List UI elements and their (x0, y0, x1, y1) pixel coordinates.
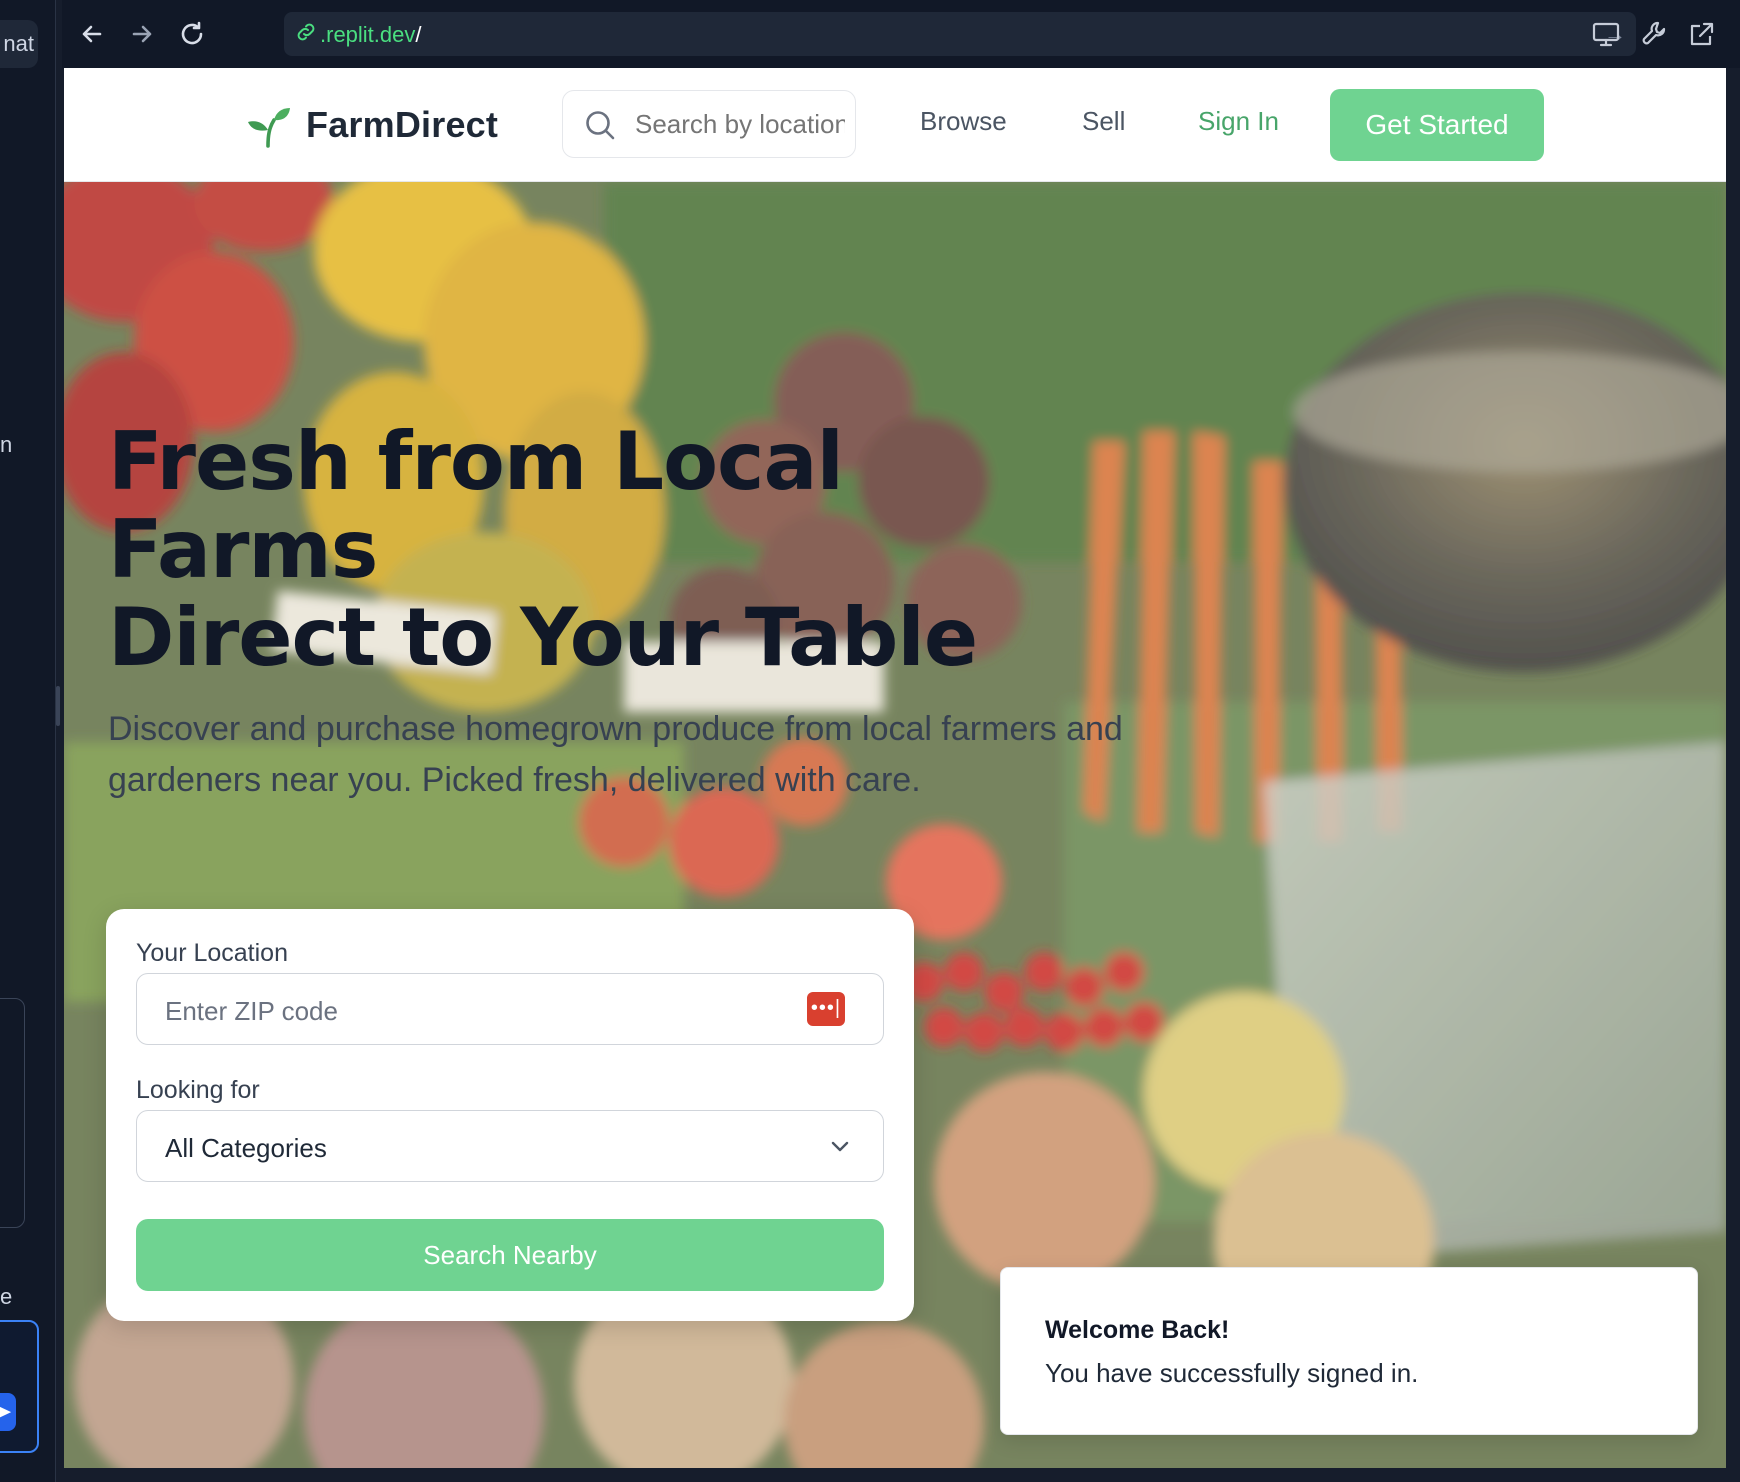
hero-subtitle: Discover and purchase homegrown produce … (108, 710, 1123, 799)
search-icon (586, 111, 615, 140)
location-search-card: Your Location Enter ZIP code •••| Lookin… (106, 909, 914, 1321)
brand-logo[interactable]: FarmDirect (246, 102, 498, 148)
hero-title-line: Farms (108, 503, 378, 596)
send-icon[interactable]: ➤ (0, 1393, 16, 1431)
search-input[interactable] (635, 91, 845, 157)
left-side-panel: nat n e ➤ (0, 0, 56, 1482)
get-started-button[interactable]: Get Started (1330, 89, 1544, 161)
side-panel-card (0, 998, 25, 1228)
page-viewport: FarmDirect Browse Sell Sign In Get Start… (64, 68, 1726, 1468)
panel-resize-handle[interactable] (56, 686, 60, 726)
wrench-icon[interactable] (1636, 16, 1672, 52)
location-label: Your Location (136, 939, 288, 967)
toast-title: Welcome Back! (1045, 1316, 1230, 1344)
hero-title-line: Direct to Your Table (108, 591, 978, 684)
category-select[interactable]: All Categories (136, 1110, 884, 1182)
category-selected-value: All Categories (165, 1133, 327, 1163)
back-icon[interactable] (72, 14, 112, 54)
link-icon (292, 20, 320, 48)
hero-section: Fresh from Local Farms Direct to Your Ta… (64, 182, 1726, 1468)
address-bar[interactable]: .replit.dev/ → (284, 12, 1636, 56)
url-domain: .replit.dev (320, 22, 416, 47)
sprout-icon (248, 108, 290, 148)
open-external-icon[interactable] (1684, 16, 1720, 52)
chevron-down-icon (831, 1141, 849, 1152)
side-panel-text-fragment: e (0, 1284, 13, 1309)
toast-description: You have successfully signed in. (1045, 1358, 1419, 1388)
category-label: Looking for (136, 1076, 260, 1104)
hero-title-line: Fresh from Local (108, 415, 844, 508)
zip-code-placeholder: Enter ZIP code (165, 996, 338, 1026)
password-manager-icon[interactable]: •••| (807, 992, 845, 1026)
brand-name: FarmDirect (306, 104, 499, 145)
forward-icon[interactable] (122, 14, 162, 54)
nav-sell[interactable]: Sell (1082, 106, 1125, 137)
reload-icon[interactable] (172, 14, 212, 54)
url-text[interactable]: .replit.dev/ (320, 22, 422, 48)
side-panel-tab[interactable]: nat (0, 20, 38, 68)
header-search[interactable] (562, 90, 856, 158)
browser-toolbar: .replit.dev/ → (62, 0, 1740, 68)
chat-input-box[interactable]: ➤ (0, 1320, 39, 1453)
nav-browse[interactable]: Browse (920, 106, 1007, 137)
toast-notification[interactable]: Welcome Back! You have successfully sign… (1000, 1267, 1698, 1435)
display-icon[interactable] (1588, 16, 1624, 52)
url-path: / (415, 22, 422, 47)
search-nearby-button[interactable]: Search Nearby (136, 1219, 884, 1291)
hero-title: Fresh from Local Farms Direct to Your Ta… (108, 418, 1108, 682)
side-panel-text-fragment: n (0, 432, 13, 457)
site-header: FarmDirect Browse Sell Sign In Get Start… (64, 68, 1726, 182)
side-panel-tab-label: nat (3, 31, 34, 56)
zip-code-field[interactable]: Enter ZIP code •••| (136, 973, 884, 1045)
nav-sign-in[interactable]: Sign In (1198, 106, 1279, 137)
